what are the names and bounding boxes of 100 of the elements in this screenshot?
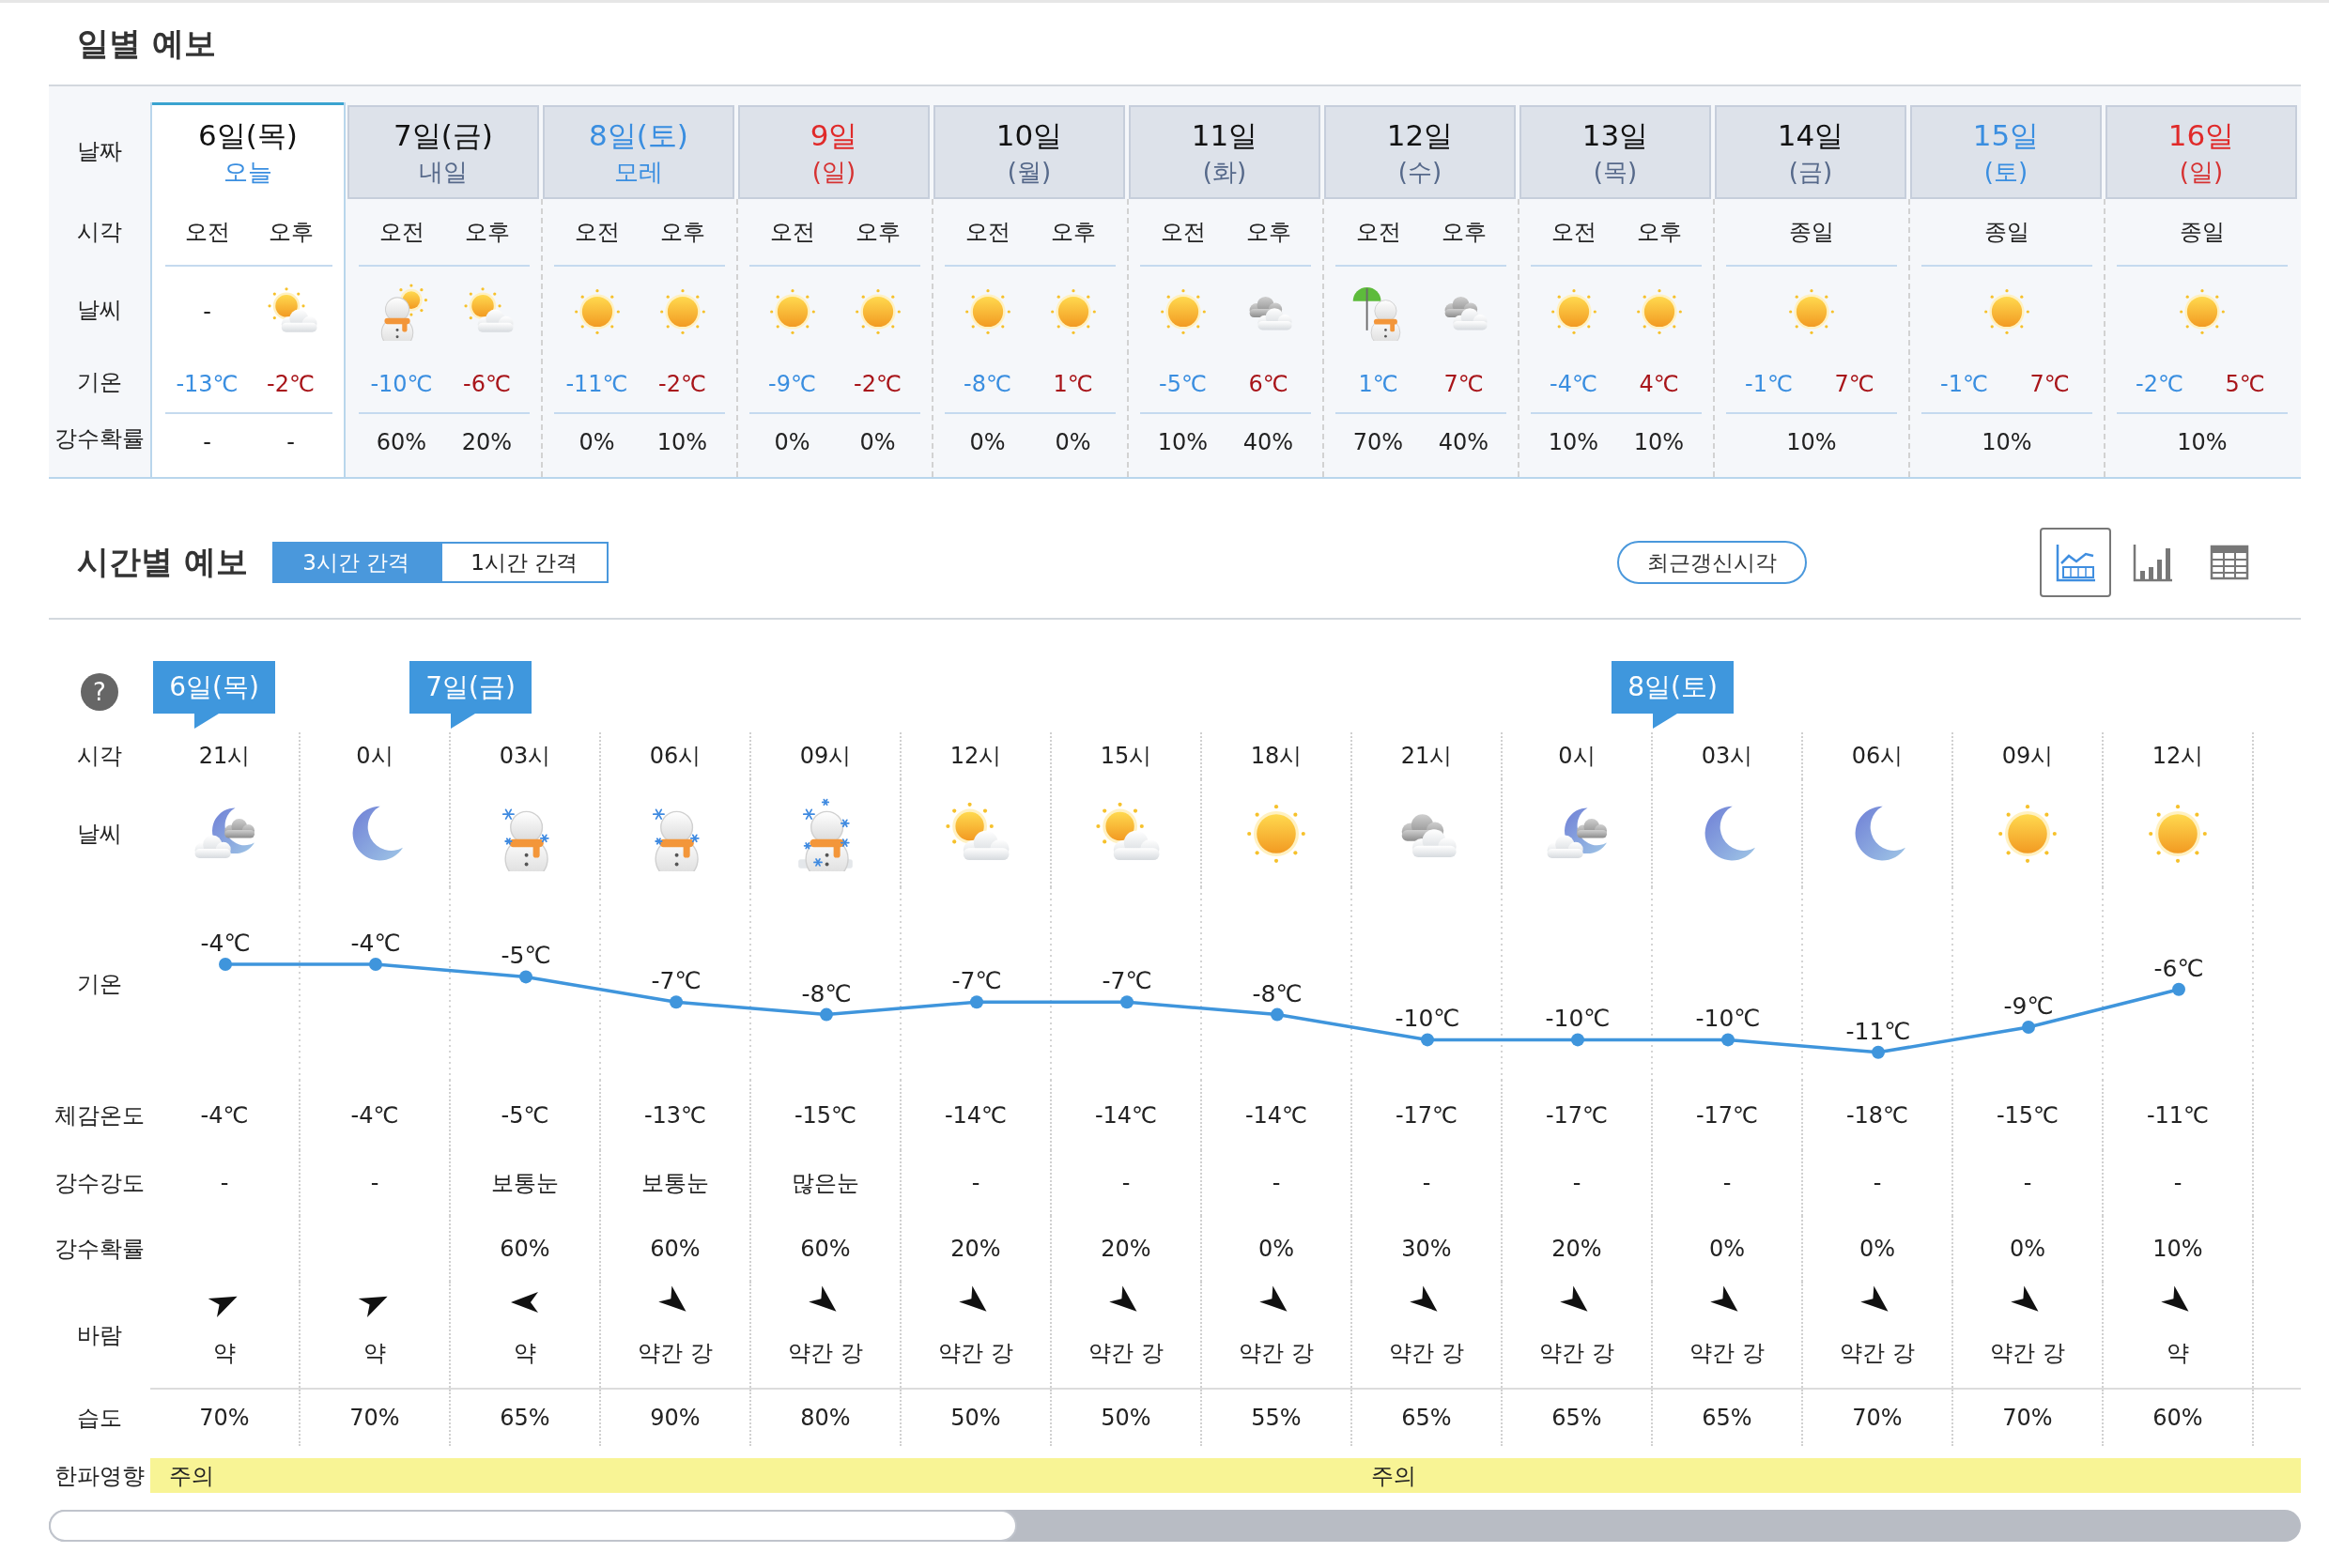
- view-button[interactable]: [2040, 528, 2111, 597]
- period-label: 오후: [1635, 218, 1683, 247]
- day-header[interactable]: 14일 (금): [1715, 105, 1906, 199]
- period-label: 종일: [1983, 218, 2030, 247]
- row-label: 체감온도: [54, 1100, 145, 1130]
- date-flag: 8일(토): [1612, 661, 1734, 729]
- high-temperature: 7℃: [1442, 371, 1485, 397]
- precipitation-chance: 10%: [2176, 429, 2229, 455]
- day-header[interactable]: 13일 (목): [1519, 105, 1711, 199]
- data-label: -4℃: [350, 930, 401, 957]
- humidity-value: 90%: [650, 1405, 701, 1431]
- scrollbar-thumb[interactable]: [49, 1510, 1018, 1542]
- data-point: [1571, 1033, 1584, 1047]
- high-temperature: 7℃: [1833, 371, 1875, 397]
- precipitation-chance: 20%: [1551, 1236, 1602, 1262]
- precipitation-intensity: -: [1422, 1170, 1431, 1196]
- hour-label: 15시: [1100, 742, 1152, 771]
- humidity-value: 80%: [800, 1405, 851, 1431]
- day-date: 16일: [2167, 117, 2235, 154]
- humidity-value: 70%: [349, 1405, 400, 1431]
- row-label: 날씨: [77, 819, 122, 849]
- precipitation-chance: 0%: [1708, 1236, 1746, 1262]
- precipitation-chance: 10%: [1156, 429, 1210, 455]
- feels-like-temperature: -14℃: [1244, 1101, 1308, 1129]
- period-label: 오전: [1550, 218, 1597, 247]
- feels-like-temperature: -15℃: [1996, 1101, 2059, 1129]
- period-label: 오전: [183, 218, 231, 247]
- low-temperature: -4℃: [1549, 371, 1598, 397]
- hour-label: 12시: [949, 742, 1002, 771]
- high-temperature: -2℃: [853, 371, 902, 397]
- precipitation-intensity: -: [1272, 1170, 1281, 1196]
- data-point: [2022, 1021, 2035, 1034]
- day-header[interactable]: 9일 (일): [738, 105, 930, 199]
- feels-like-temperature: -18℃: [1845, 1101, 1909, 1129]
- cold-wave-label: 주의: [169, 1461, 214, 1491]
- day-date: 7일(금): [393, 117, 493, 154]
- data-label: -11℃: [1845, 1017, 1911, 1045]
- humidity-value: 60%: [2152, 1405, 2203, 1431]
- precipitation-chance: -: [202, 429, 212, 455]
- day-date: 10일: [995, 117, 1063, 154]
- day-date: 6일(목): [198, 117, 298, 154]
- period-label: 종일: [1788, 218, 1835, 247]
- high-temperature: 7℃: [2028, 371, 2071, 397]
- low-temperature: -10℃: [369, 371, 434, 397]
- day-header[interactable]: 11일 (화): [1129, 105, 1320, 199]
- day-date: 13일: [1581, 117, 1649, 154]
- row-label: 날씨: [76, 295, 123, 325]
- humidity-value: 70%: [199, 1405, 250, 1431]
- precipitation-chance: 0%: [1859, 1236, 1896, 1262]
- help-button[interactable]: ?: [81, 673, 118, 711]
- day-label: 오늘: [224, 157, 272, 188]
- period-label: 오전: [1354, 218, 1402, 247]
- day-header[interactable]: 16일 (일): [2105, 105, 2297, 199]
- section-title: 시간별 예보: [77, 542, 248, 582]
- day-label: (월): [1007, 157, 1052, 188]
- section-title: 일별 예보: [77, 23, 216, 64]
- feels-like-temperature: -11℃: [2146, 1101, 2210, 1129]
- day-header[interactable]: 7일(금) 내일: [347, 105, 539, 199]
- precipitation-intensity: -: [1121, 1170, 1131, 1196]
- day-header[interactable]: 10일 (월): [933, 105, 1125, 199]
- precipitation-chance: 10%: [2152, 1236, 2203, 1262]
- data-point: [219, 958, 232, 971]
- period-label: 오후: [267, 218, 315, 247]
- wind-strength: 약: [514, 1339, 536, 1368]
- data-label: -4℃: [200, 930, 251, 957]
- no-data-dash: -: [203, 298, 211, 325]
- humidity-value: 50%: [950, 1405, 1001, 1431]
- precipitation-chance: 10%: [1632, 429, 1686, 455]
- humidity-value: 65%: [1702, 1405, 1752, 1431]
- data-label: -7℃: [951, 967, 1002, 995]
- humidity-value: 70%: [2002, 1405, 2053, 1431]
- day-label: (목): [1593, 157, 1638, 188]
- day-date: 8일(토): [589, 117, 688, 154]
- day-header[interactable]: 12일 (수): [1324, 105, 1516, 199]
- low-temperature: -8℃: [963, 371, 1012, 397]
- day-label: (화): [1202, 157, 1247, 188]
- wind-strength: 약: [213, 1339, 236, 1368]
- period-label: 오후: [658, 218, 706, 247]
- hour-label: 06시: [649, 742, 702, 771]
- scrollbar-track[interactable]: [49, 1510, 2301, 1542]
- data-point: [2172, 982, 2185, 996]
- precipitation-chance: 60%: [375, 429, 428, 455]
- data-label: -8℃: [801, 979, 852, 1007]
- precipitation-intensity: -: [220, 1170, 229, 1196]
- period-label: 오후: [1244, 218, 1292, 247]
- date-flag: 6일(목): [153, 661, 275, 729]
- precipitation-intensity: 보통눈: [641, 1169, 709, 1198]
- high-temperature: -6℃: [462, 371, 512, 397]
- data-label: -10℃: [1395, 1005, 1460, 1033]
- refresh-time-button[interactable]: 최근갱신시각: [1617, 541, 1807, 584]
- period-label: 오전: [378, 218, 425, 247]
- data-label: -9℃: [2003, 992, 2054, 1020]
- low-temperature: 1℃: [1357, 371, 1399, 397]
- row-label: 강수확률: [54, 1235, 145, 1264]
- precipitation-chance: 40%: [1437, 429, 1490, 455]
- day-label: (수): [1397, 157, 1442, 188]
- day-date: 9일: [810, 117, 858, 154]
- feels-like-temperature: -15℃: [794, 1101, 857, 1129]
- data-label: -7℃: [1102, 967, 1152, 995]
- interval-tab[interactable]: 1시간 간격: [440, 542, 609, 583]
